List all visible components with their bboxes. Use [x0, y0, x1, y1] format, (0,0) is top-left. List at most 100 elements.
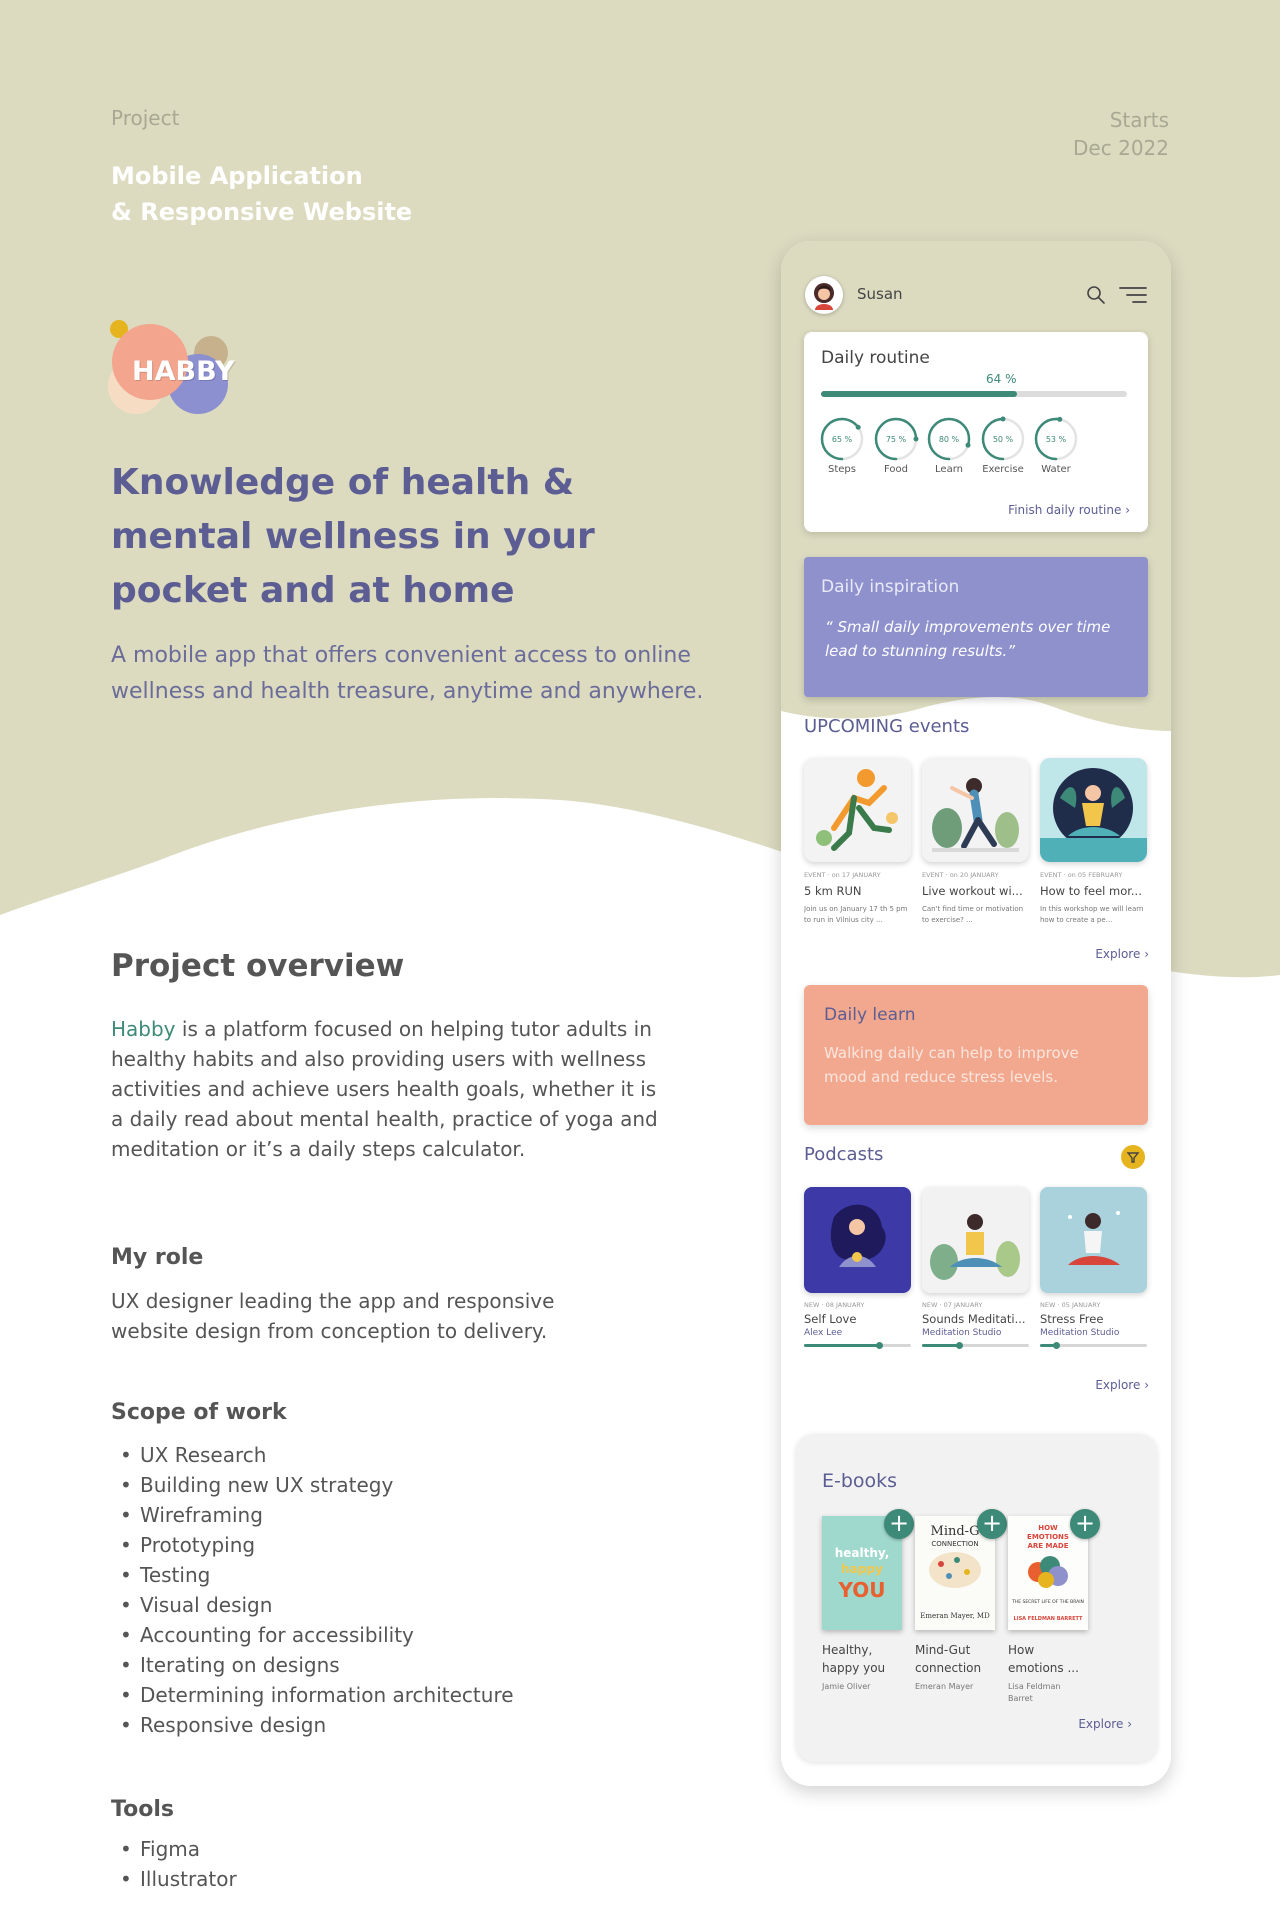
svg-text:53 %: 53 %: [1046, 435, 1067, 444]
podcast-card[interactable]: NEW · 07 JANUARY Sounds Meditati... Medi…: [922, 1187, 1029, 1349]
starts-date: Dec 2022: [1073, 136, 1169, 160]
event-title: 5 km RUN: [804, 884, 862, 898]
role-text: UX designer leading the app and responsi…: [111, 1289, 555, 1343]
podcast-title: Stress Free: [1040, 1312, 1104, 1326]
podcast-card[interactable]: NEW · 05 JANUARY Stress Free Meditation …: [1040, 1187, 1147, 1349]
tools-title: Tools: [111, 1797, 174, 1822]
overview-title: Project overview: [111, 948, 405, 984]
ebook-title: Healthy, happy you: [822, 1643, 886, 1675]
add-ebook-button[interactable]: +: [977, 1509, 1007, 1539]
routine-progress-bar: [821, 391, 1127, 397]
event-title: Live workout wi...: [922, 884, 1023, 898]
routine-ring-learn[interactable]: 80 % Learn: [921, 416, 977, 475]
user-avatar[interactable]: [805, 276, 843, 314]
ebook-author: Lisa Feldman Barret: [1008, 1682, 1061, 1703]
event-card[interactable]: EVENT · on 05 FEBRUARY How to feel mor..…: [1040, 758, 1147, 926]
events-explore-link[interactable]: Explore ›: [1095, 947, 1149, 961]
event-image-workout: [922, 758, 1029, 862]
learn-title: Daily learn: [824, 1005, 916, 1025]
event-title: How to feel mor...: [1040, 884, 1142, 898]
svg-text:75 %: 75 %: [886, 435, 907, 444]
podcast-meta: NEW · 07 JANUARY: [922, 1301, 983, 1309]
ebooks-explore-link[interactable]: Explore ›: [1078, 1717, 1132, 1731]
ebook-author: Emeran Mayer: [915, 1682, 974, 1691]
podcast-progress[interactable]: [804, 1342, 911, 1349]
hero-subtitle: A mobile app that offers convenient acce…: [111, 643, 704, 704]
ebook-card[interactable]: HOW EMOTIONS ARE MADE THE SECRET LIFE OF…: [1008, 1509, 1100, 1705]
inspiration-title: Daily inspiration: [821, 577, 960, 597]
scope-item: Testing: [120, 1560, 514, 1590]
scope-item: Building new UX strategy: [120, 1470, 514, 1500]
tool-item: Figma: [120, 1834, 237, 1864]
podcast-progress[interactable]: [1040, 1342, 1147, 1349]
event-card[interactable]: EVENT · on 20 JANUARY Live workout wi...…: [922, 758, 1029, 926]
routine-ring-water[interactable]: 53 % Water: [1028, 416, 1084, 475]
podcasts-explore-link[interactable]: Explore ›: [1095, 1378, 1149, 1392]
event-meta: EVENT · on 20 JANUARY: [922, 871, 999, 879]
podcast-progress-fill: [922, 1344, 960, 1347]
filter-icon[interactable]: [1121, 1145, 1145, 1169]
menu-icon[interactable]: [1119, 286, 1147, 304]
podcast-card[interactable]: NEW · 08 JANUARY Self Love Alex Lee: [804, 1187, 911, 1349]
podcast-author: Alex Lee: [804, 1328, 843, 1338]
ebook-card[interactable]: healthy, happy YOU + Healthy, happy you …: [822, 1509, 914, 1693]
project-title: Mobile Application & Responsive Website: [111, 158, 531, 230]
podcast-image-stress-free: [1040, 1187, 1147, 1293]
add-ebook-button[interactable]: +: [1070, 1509, 1100, 1539]
event-desc: In this workshop we will learn how to cr…: [1040, 905, 1144, 924]
scope-item: UX Research: [120, 1440, 514, 1470]
ebooks-panel: E-books healthy, happy YOU + Healthy, ha…: [796, 1434, 1157, 1762]
ebook-card[interactable]: Mind-G CONNECTION Emeran Mayer, MD + Min…: [915, 1509, 1007, 1693]
project-title-line2: & Responsive Website: [111, 198, 413, 226]
scope-item: Wireframing: [120, 1500, 514, 1530]
finish-routine-link[interactable]: Finish daily routine ›: [1008, 503, 1130, 517]
podcast-author: Meditation Studio: [922, 1328, 1002, 1338]
learn-text: Walking daily can help to improve mood a…: [824, 1044, 1079, 1086]
brand-name: Habby: [111, 1017, 176, 1041]
user-name: Susan: [857, 285, 903, 303]
event-meta: EVENT · on 17 JANUARY: [804, 871, 881, 879]
logo-text: HABBY: [132, 356, 235, 387]
podcast-progress-handle[interactable]: [1053, 1342, 1061, 1349]
daily-routine-card[interactable]: Daily routine 64 % 65 % Steps 75 % Food 80 %…: [804, 332, 1148, 532]
overview-body: is a platform focused on helping tutor a…: [111, 1017, 658, 1161]
routine-ring-steps[interactable]: 65 % Steps: [814, 416, 870, 475]
routine-ring-exercise[interactable]: 50 % Exercise: [975, 416, 1031, 475]
routine-ring-food[interactable]: 75 % Food: [868, 416, 924, 475]
podcast-title: Self Love: [804, 1312, 857, 1326]
scope-item: Determining information architecture: [120, 1680, 514, 1710]
add-ebook-button[interactable]: +: [884, 1509, 914, 1539]
role-title: My role: [111, 1245, 204, 1270]
podcast-progress[interactable]: [922, 1342, 1029, 1349]
podcast-image-self-love: [804, 1187, 911, 1293]
ebook-title: How emotions ...: [1008, 1643, 1079, 1675]
svg-text:80 %: 80 %: [939, 435, 960, 444]
svg-text:65 %: 65 %: [832, 435, 853, 444]
ring-label: Learn: [935, 464, 963, 475]
ebooks-title: E-books: [822, 1470, 898, 1492]
podcast-progress-handle[interactable]: [875, 1342, 883, 1349]
event-image-meditation: [1040, 758, 1147, 862]
progress-ring: 50 %: [981, 416, 1025, 461]
project-title-line1: Mobile Application: [111, 162, 363, 190]
podcast-image-meditation: [922, 1187, 1029, 1293]
ebook-title: Mind-Gut connection: [915, 1643, 982, 1675]
finish-routine-label: Finish daily routine: [1008, 503, 1122, 517]
progress-ring: 53 %: [1034, 416, 1078, 461]
scope-item: Prototyping: [120, 1530, 514, 1560]
overview-text: Habby is a platform focused on helping t…: [111, 1014, 671, 1164]
scope-item: Visual design: [120, 1590, 514, 1620]
search-icon[interactable]: [1086, 285, 1106, 305]
scope-item: Iterating on designs: [120, 1650, 514, 1680]
ebook-author: Jamie Oliver: [822, 1682, 871, 1691]
scope-item: Accounting for accessibility: [120, 1620, 514, 1650]
daily-learn-card[interactable]: Daily learn Walking daily can help to im…: [804, 985, 1148, 1125]
chevron-right-icon: ›: [1144, 1378, 1149, 1392]
progress-ring: 65 %: [820, 417, 864, 461]
podcast-meta: NEW · 05 JANUARY: [1040, 1301, 1101, 1309]
start-info: Starts Dec 2022: [1073, 106, 1169, 162]
event-card[interactable]: EVENT · on 17 JANUARY 5 km RUN Join us o…: [804, 758, 911, 926]
daily-inspiration-card[interactable]: Daily inspiration “ Small daily improvem…: [804, 557, 1148, 697]
event-desc: Can't find time or motivation to exercis…: [922, 905, 1024, 924]
starts-label: Starts: [1109, 108, 1169, 132]
